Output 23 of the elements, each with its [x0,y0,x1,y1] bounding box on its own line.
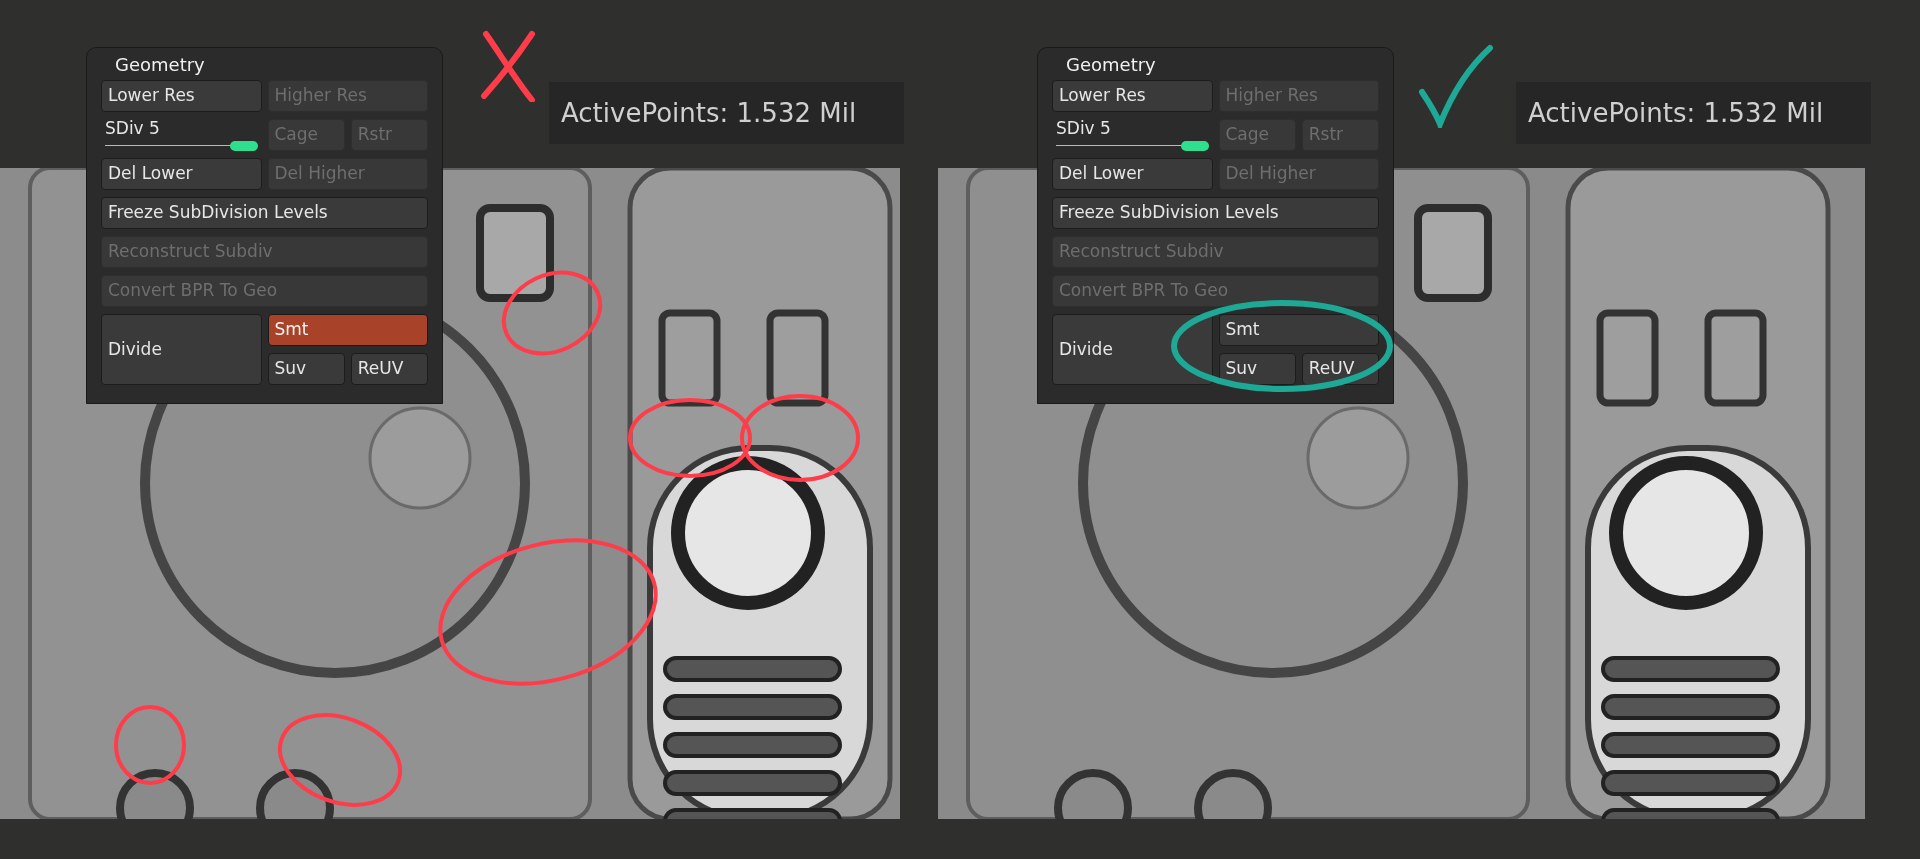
panel-button[interactable]: Divide [101,314,262,385]
slider-thumb[interactable] [229,140,258,151]
panel-button[interactable]: Del Lower [1052,158,1213,190]
panel-button[interactable]: Smt [267,314,428,346]
panel-button[interactable]: Del Lower [101,158,262,190]
panel-button[interactable]: Smt [1218,314,1379,346]
panel-button[interactable]: Freeze SubDivision Levels [101,197,428,229]
panel-title: Geometry [114,53,206,77]
panel-button[interactable]: Suv [267,353,345,385]
slider-label: SDiv 5 [1056,119,1112,137]
panel-button[interactable]: Lower Res [1052,80,1213,112]
slider-label: SDiv 5 [105,119,161,137]
panel-title: Geometry [1065,53,1157,77]
sdiv-slider[interactable] [1056,140,1209,151]
panel-button[interactable]: Lower Res [101,80,262,112]
panel-button[interactable]: Suv [1218,353,1296,385]
panel-button[interactable]: ReUV [350,353,428,385]
panel-button[interactable]: Divide [1052,314,1213,385]
slider-thumb[interactable] [1180,140,1209,151]
sdiv-slider[interactable] [105,140,258,151]
panel-button[interactable]: Freeze SubDivision Levels [1052,197,1379,229]
active-points-readout: ActivePoints: 1.532 Mil [1516,82,1871,144]
active-points-readout: ActivePoints: 1.532 Mil [549,82,904,144]
